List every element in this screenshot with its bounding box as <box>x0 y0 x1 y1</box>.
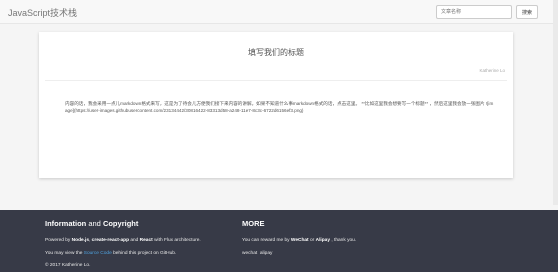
footer-reward-line: You can reward me by WeChat or Alipay , … <box>242 238 356 243</box>
tech-nodejs: Node.js <box>71 238 89 243</box>
powered-suffix: with Flux architecture. <box>152 238 201 243</box>
site-brand[interactable]: JavaScript技术栈 <box>8 6 77 19</box>
reward-wechat-label: WeChat <box>290 238 309 243</box>
top-navbar: JavaScript技术栈 搜索 <box>0 0 558 24</box>
reward-prefix: You can reward me by <box>242 238 291 243</box>
reward-or: or <box>308 238 316 243</box>
title-divider <box>45 80 507 81</box>
search-input[interactable] <box>436 5 512 19</box>
footer-more-title: MORE <box>242 219 265 228</box>
footer-source-line: You may view the Source Code behind this… <box>45 251 176 256</box>
tech-react: React <box>139 238 153 243</box>
powered-and: and <box>129 238 140 243</box>
reward-alipay-label: Alipay <box>315 238 331 243</box>
footer-info-title: Information and Copyright <box>45 219 138 228</box>
article-content: 内容的话，我会采用一点儿markdown格式来写，这是为了待会儿方便我们接下来内… <box>65 101 494 113</box>
footer-info-title-part2: Copyright <box>102 219 139 228</box>
footer-powered-line: Powered by Node.js, create-react-app and… <box>45 238 201 243</box>
article-title: 填写我们的标题 <box>248 48 304 57</box>
footer-info-title-and: and <box>86 219 103 228</box>
footer-copyright: © 2017 Katherine Lo. <box>45 263 91 268</box>
wechat-link[interactable]: wechat <box>242 251 257 256</box>
page-scrollbar[interactable] <box>553 0 558 205</box>
reward-suffix: , thank you. <box>330 238 357 243</box>
article-author: Katherine Lo <box>479 68 505 73</box>
source-suffix: behind this project on GitHub. <box>111 251 177 256</box>
search-button[interactable]: 搜索 <box>516 5 538 19</box>
source-code-link[interactable]: Source Code <box>84 251 112 256</box>
footer-info-title-part1: Information <box>45 219 87 228</box>
article-card: 填写我们的标题 Katherine Lo 内容的话，我会采用一点儿markdow… <box>39 32 513 178</box>
alipay-link[interactable]: alipay <box>260 251 273 256</box>
powered-prefix: Powered by <box>45 238 72 243</box>
reward-links: wechat alipay <box>242 251 272 256</box>
tech-cra: create-react-app <box>91 238 129 243</box>
source-prefix: You may view the <box>45 251 84 256</box>
